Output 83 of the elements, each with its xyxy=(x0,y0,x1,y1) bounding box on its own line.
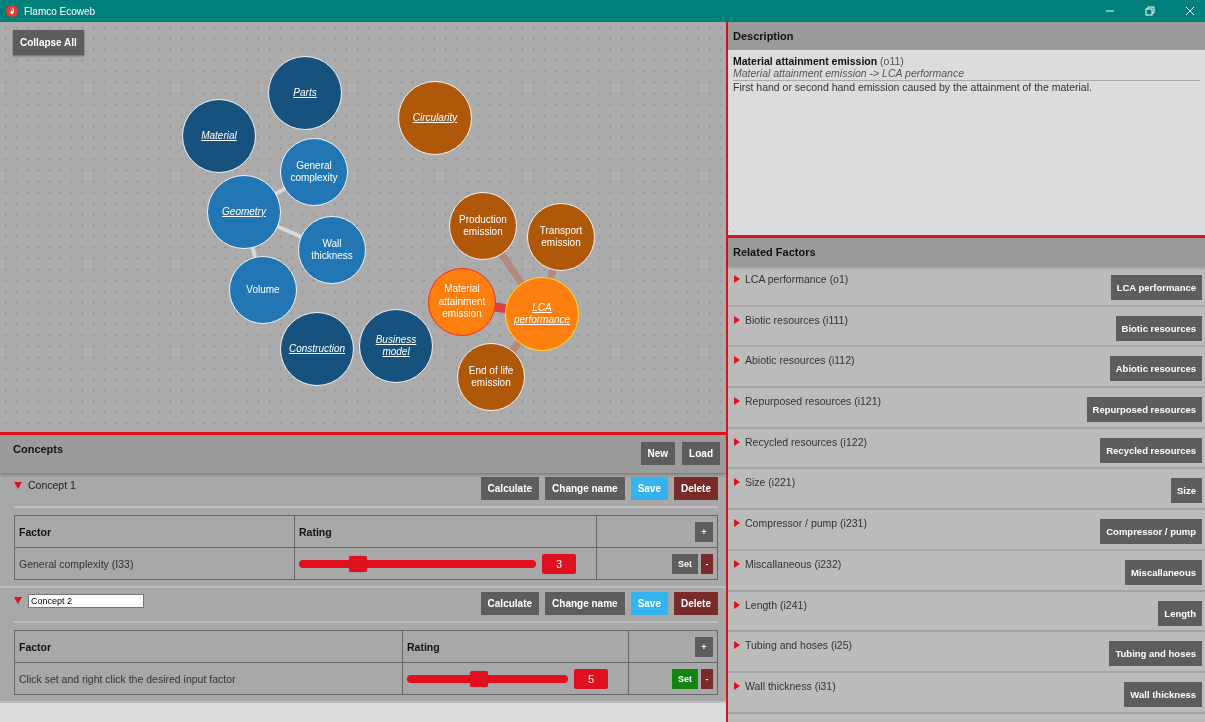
concept-node[interactable]: Construction xyxy=(280,312,354,386)
related-factor-button[interactable]: Tubing and hoses xyxy=(1109,641,1202,667)
concept-node[interactable]: General complexity xyxy=(280,138,348,206)
header-button[interactable]: New xyxy=(640,442,676,465)
related-factor-label[interactable]: Recycled resources (i122) xyxy=(745,435,867,448)
related-factor-label[interactable]: Tubing and hoses (i25) xyxy=(745,639,852,652)
related-factor-label[interactable]: Repurposed resources (i121) xyxy=(745,395,881,408)
concept-action-button[interactable]: Calculate xyxy=(480,477,540,500)
caret-icon[interactable] xyxy=(734,600,740,609)
table-cell: Click set and right click the desired input factor xyxy=(15,663,403,695)
rating-value: 3 xyxy=(542,553,576,574)
related-factor-button[interactable]: Recycled resources xyxy=(1100,437,1202,463)
concept-action-button[interactable]: Delete xyxy=(674,592,718,615)
column-header: Factor xyxy=(15,631,403,663)
caret-icon[interactable] xyxy=(734,478,740,487)
concept-name-field[interactable]: Concept 2 xyxy=(28,594,144,608)
caret-icon[interactable] xyxy=(734,437,740,446)
concept-action-button[interactable]: Calculate xyxy=(480,592,540,615)
concept-node[interactable]: Production emission xyxy=(449,192,517,260)
header-button[interactable]: Load xyxy=(682,442,720,465)
related-factor-label[interactable]: Compressor / pump (i231) xyxy=(745,517,867,530)
concept-node[interactable]: Transport emission xyxy=(527,203,595,271)
related-factor-button[interactable]: Biotic resources xyxy=(1115,315,1202,341)
remove-button[interactable]: - xyxy=(701,668,713,689)
concept-node[interactable]: Volume xyxy=(229,256,297,324)
related-factor-label[interactable]: Biotic resources (i111) xyxy=(745,313,848,326)
panel-header: Description xyxy=(728,22,1205,50)
caret-icon[interactable] xyxy=(734,519,740,528)
related-factor-label[interactable]: Size (i221) xyxy=(745,476,796,489)
concept-action-button[interactable]: Change name xyxy=(545,477,625,500)
concept-action-button[interactable]: Delete xyxy=(674,477,718,500)
caret-icon[interactable] xyxy=(734,275,740,283)
app-logo-icon xyxy=(6,5,18,17)
panel-header: Related Factors xyxy=(728,238,1205,266)
slider-thumb[interactable] xyxy=(470,670,489,687)
related-factor-button[interactable]: LCA performance xyxy=(1110,275,1202,300)
caret-icon[interactable] xyxy=(14,482,22,489)
factor-path: Material attainment emission -> LCA performance xyxy=(733,67,1200,81)
related-factor-button[interactable]: Size xyxy=(1171,478,1202,504)
related-factor-button[interactable]: Length xyxy=(1158,600,1202,626)
related-factor-label[interactable]: LCA performance (o1) xyxy=(745,273,849,285)
concept-node[interactable]: Circularity xyxy=(398,81,472,155)
caret-icon[interactable] xyxy=(734,641,740,650)
concept-node[interactable]: Wall thickness xyxy=(298,216,366,284)
concept-name: Concept 1 xyxy=(28,479,76,491)
concept-action-button[interactable]: Change name xyxy=(545,592,625,615)
restore-icon[interactable] xyxy=(1145,6,1155,16)
caret-icon[interactable] xyxy=(734,315,740,324)
related-factor-label[interactable]: Abiotic resources (i112) xyxy=(745,354,855,367)
column-header: Factor xyxy=(15,516,295,548)
concept-node[interactable]: Material xyxy=(182,99,256,173)
concept-node[interactable]: Business model xyxy=(359,309,433,383)
caret-icon[interactable] xyxy=(734,681,740,690)
section-title: Concepts xyxy=(13,443,64,455)
related-factor-button[interactable]: Miscallaneous xyxy=(1125,559,1202,585)
related-factor-button[interactable]: Compressor / pump xyxy=(1100,519,1202,545)
factor-description: First hand or second hand emission caused by the attainment of the material. xyxy=(733,81,1093,93)
related-factor-label[interactable]: Wall thickness (i31) xyxy=(745,679,836,692)
rating-value: 5 xyxy=(574,668,608,689)
caret-icon[interactable] xyxy=(734,559,740,568)
concept-node[interactable]: End of life emission xyxy=(457,343,525,411)
table-cell: General complexity (I33) xyxy=(15,548,295,580)
caret-icon[interactable] xyxy=(734,356,740,365)
column-header: Rating xyxy=(295,516,597,548)
related-factor-label[interactable]: Length (i241) xyxy=(745,598,807,611)
set-button[interactable]: Set xyxy=(672,668,698,689)
window-title: Flamco Ecoweb xyxy=(24,5,96,17)
set-button[interactable]: Set xyxy=(672,553,698,574)
related-factor-button[interactable]: Abiotic resources xyxy=(1109,356,1202,382)
add-factor-button[interactable]: + xyxy=(695,636,713,657)
slider-thumb[interactable] xyxy=(349,555,368,572)
related-factor-button[interactable]: Repurposed resources xyxy=(1086,397,1202,423)
related-factor-label[interactable]: Miscallaneous (i232) xyxy=(745,557,842,570)
close-icon[interactable] xyxy=(1185,6,1195,16)
caret-icon[interactable] xyxy=(734,397,740,406)
concept-node[interactable]: Geometry xyxy=(207,175,281,249)
column-header: Rating xyxy=(403,631,629,663)
remove-button[interactable]: - xyxy=(701,553,713,574)
related-factor-button[interactable]: Wall thickness xyxy=(1124,681,1202,707)
collapse-all-button[interactable]: Collapse All xyxy=(13,30,84,55)
add-factor-button[interactable]: + xyxy=(695,521,713,542)
concept-node[interactable]: Parts xyxy=(268,56,342,130)
factor-title: Material attainment emission (o11) xyxy=(733,55,905,67)
